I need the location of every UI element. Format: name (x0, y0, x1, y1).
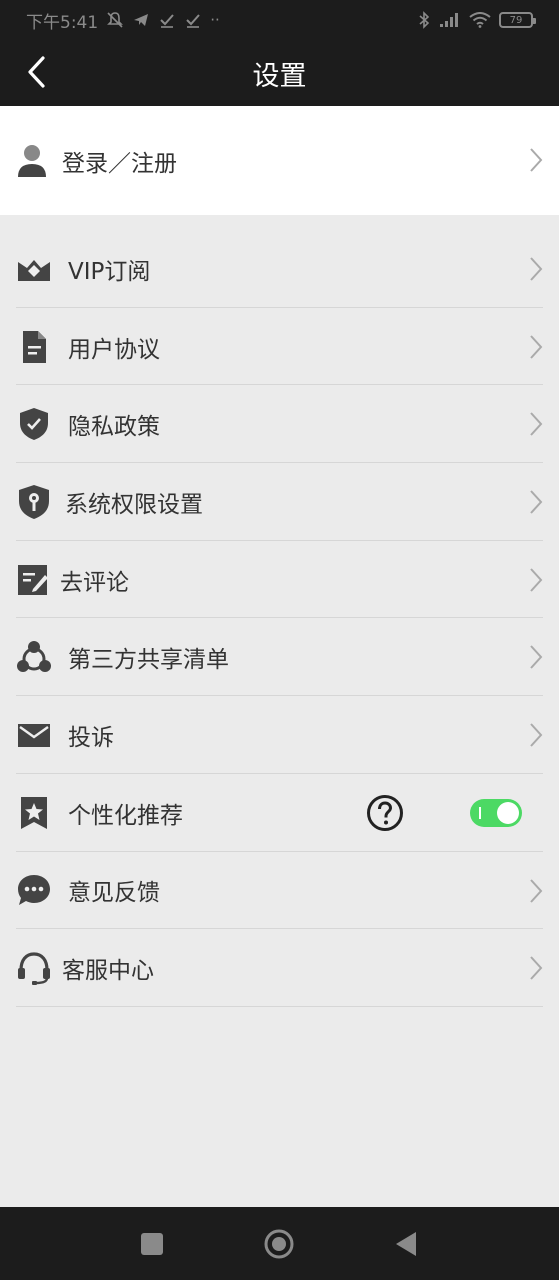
chevron-right-icon (530, 412, 543, 437)
telegram-icon (134, 14, 149, 26)
chevron-left-icon (28, 56, 45, 88)
chevron-right-icon (530, 568, 543, 592)
shield-check-icon (20, 408, 48, 441)
menu-item-vip[interactable]: VIP订阅 (0, 230, 559, 308)
battery-icon: 79 (499, 12, 536, 28)
login-register-row[interactable]: 登录／注册 (0, 106, 559, 215)
mute-icon (107, 12, 124, 28)
menu-item-review[interactable]: 去评论 (0, 541, 559, 619)
login-register-label: 登录／注册 (62, 150, 177, 177)
status-bar: 下午5:41 ·· 79 (0, 0, 559, 40)
mail-icon (18, 723, 50, 747)
circle-home-icon[interactable] (264, 1229, 294, 1259)
headset-icon (18, 952, 50, 986)
menu-item-permissions[interactable]: 系统权限设置 (0, 463, 559, 541)
bluetooth-icon (419, 11, 430, 29)
more-dots-icon: ·· (210, 11, 220, 29)
document-icon (23, 330, 46, 363)
shield-key-icon (19, 484, 49, 519)
star-bookmark-icon (21, 796, 47, 829)
menu-item-personalized: 个性化推荐 (0, 774, 559, 852)
chevron-right-icon (530, 148, 543, 172)
menu-item-service[interactable]: 客服中心 (0, 929, 559, 1007)
signal-icon (440, 13, 458, 27)
menu-item-agreement[interactable]: 用户协议 (0, 308, 559, 386)
app-header: 设置 (0, 40, 559, 106)
chevron-right-icon (530, 257, 543, 281)
user-icon (18, 145, 46, 177)
status-time: 下午5:41 (26, 12, 99, 33)
check-icon (186, 14, 200, 28)
help-question-icon[interactable] (366, 794, 404, 832)
personalized-toggle[interactable] (470, 798, 522, 827)
vip-crown-icon (18, 259, 50, 281)
chevron-right-icon (530, 490, 543, 514)
chevron-right-icon (530, 878, 543, 903)
chevron-right-icon (530, 645, 543, 670)
menu-item-privacy[interactable]: 隐私政策 (0, 385, 559, 464)
settings-list: VIP订阅 用户协议 隐私政策 系统权限设置 去评论 第三方共享清单 投诉 个性… (0, 230, 559, 1007)
page-title: 设置 (252, 60, 307, 92)
chevron-right-icon (530, 956, 543, 980)
menu-item-share-list[interactable]: 第三方共享清单 (0, 618, 559, 697)
square-recent-icon[interactable] (137, 1229, 167, 1259)
chevron-right-icon (530, 335, 543, 359)
edit-note-icon (18, 564, 48, 595)
menu-item-feedback[interactable]: 意见反馈 (0, 852, 559, 930)
wifi-icon (469, 12, 491, 28)
chevron-right-icon (530, 723, 543, 747)
back-button[interactable] (16, 52, 56, 92)
share-nodes-icon (17, 641, 51, 673)
triangle-back-icon[interactable] (392, 1229, 422, 1259)
menu-item-complaint[interactable]: 投诉 (0, 696, 559, 774)
system-nav-bar (0, 1207, 559, 1280)
chat-bubble-icon (18, 875, 50, 906)
check-icon (160, 14, 174, 28)
